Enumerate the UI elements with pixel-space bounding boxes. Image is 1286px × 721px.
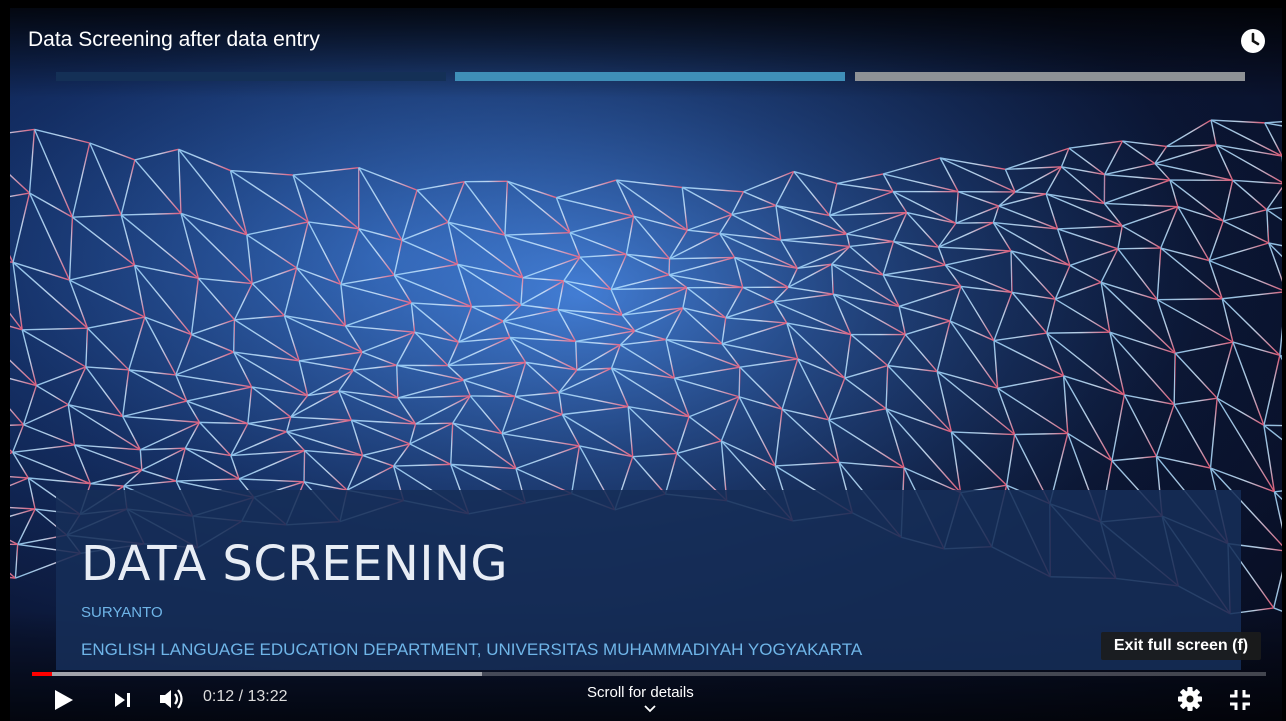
video-title[interactable]: Data Screening after data entry [28,28,320,52]
slide-author: SURYANTO [81,604,163,621]
top-gradient [10,8,1282,98]
slide-title-panel: DATA SCREENING SURYANTO ENGLISH LANGUAGE… [56,490,1241,670]
next-icon[interactable] [112,690,134,710]
slide-affiliation: ENGLISH LANGUAGE EDUCATION DEPARTMENT, U… [81,640,863,659]
progress-buffered [32,672,483,676]
progress-bar[interactable] [32,672,1266,676]
chapter-marker-upcoming [855,72,1245,81]
exit-fullscreen-icon[interactable] [1228,688,1252,712]
chapter-marker-current [455,72,845,81]
slide-title: DATA SCREENING [81,536,509,592]
chapter-marker-done [56,72,446,81]
time-display: 0:12 / 13:22 [203,688,288,705]
scroll-for-details[interactable]: Scroll for details [587,684,694,701]
volume-icon[interactable] [157,686,187,712]
chevron-down-icon[interactable] [644,705,656,713]
exit-fullscreen-tooltip: Exit full screen (f) [1101,632,1261,660]
gear-icon[interactable] [1177,686,1203,712]
video-player[interactable]: Data Screening after data entry DATA SCR… [0,0,1286,721]
progress-played [32,672,52,676]
play-icon[interactable] [53,688,75,712]
watch-later-icon[interactable] [1239,27,1267,55]
